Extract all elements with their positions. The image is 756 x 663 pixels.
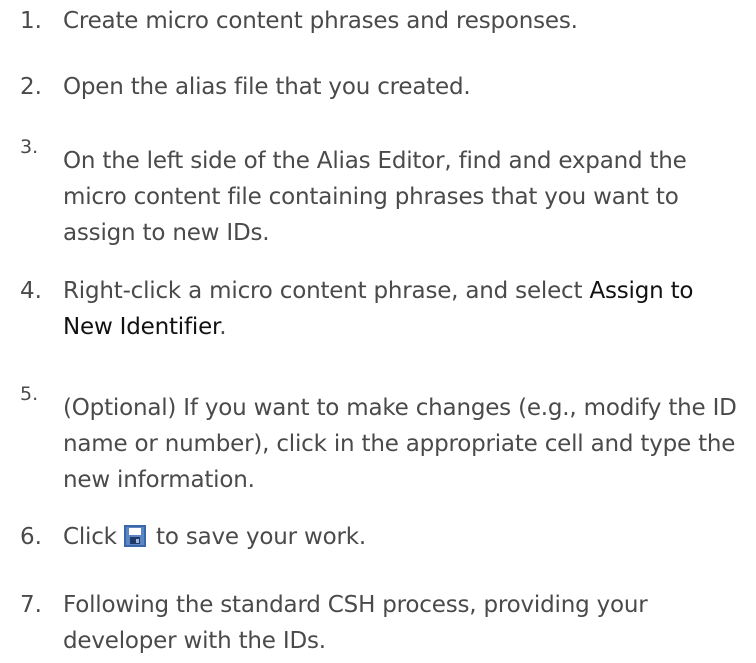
step-text: On the left side of the Alias Editor, fi… bbox=[63, 148, 687, 246]
step-text-after: to save your work. bbox=[148, 524, 366, 550]
step-text: Click to save your work. bbox=[63, 519, 743, 555]
step-number: 4. bbox=[20, 278, 42, 304]
step-text: Right-click a micro content phrase, and … bbox=[63, 273, 743, 345]
step-text-before: Right-click a micro content phrase, and … bbox=[63, 278, 590, 304]
step-number: 5. bbox=[20, 383, 39, 405]
step-number: 7. bbox=[20, 592, 42, 618]
step-number: 3. bbox=[20, 136, 39, 158]
step-number: 6. bbox=[20, 524, 42, 550]
step-text: Create micro content phrases and respons… bbox=[63, 8, 578, 34]
procedure-page: 1. Create micro content phrases and resp… bbox=[0, 0, 756, 663]
step-text: Open the alias file that you created. bbox=[63, 74, 471, 100]
step-number: 2. bbox=[20, 74, 42, 100]
step-text: (Optional) If you want to make changes (… bbox=[63, 395, 737, 493]
step-text: Following the standard CSH process, prov… bbox=[63, 592, 648, 654]
step-text-after: . bbox=[219, 314, 227, 340]
step-text-before: Click bbox=[63, 524, 124, 550]
save-icon bbox=[123, 525, 146, 547]
step-number: 1. bbox=[20, 8, 42, 34]
